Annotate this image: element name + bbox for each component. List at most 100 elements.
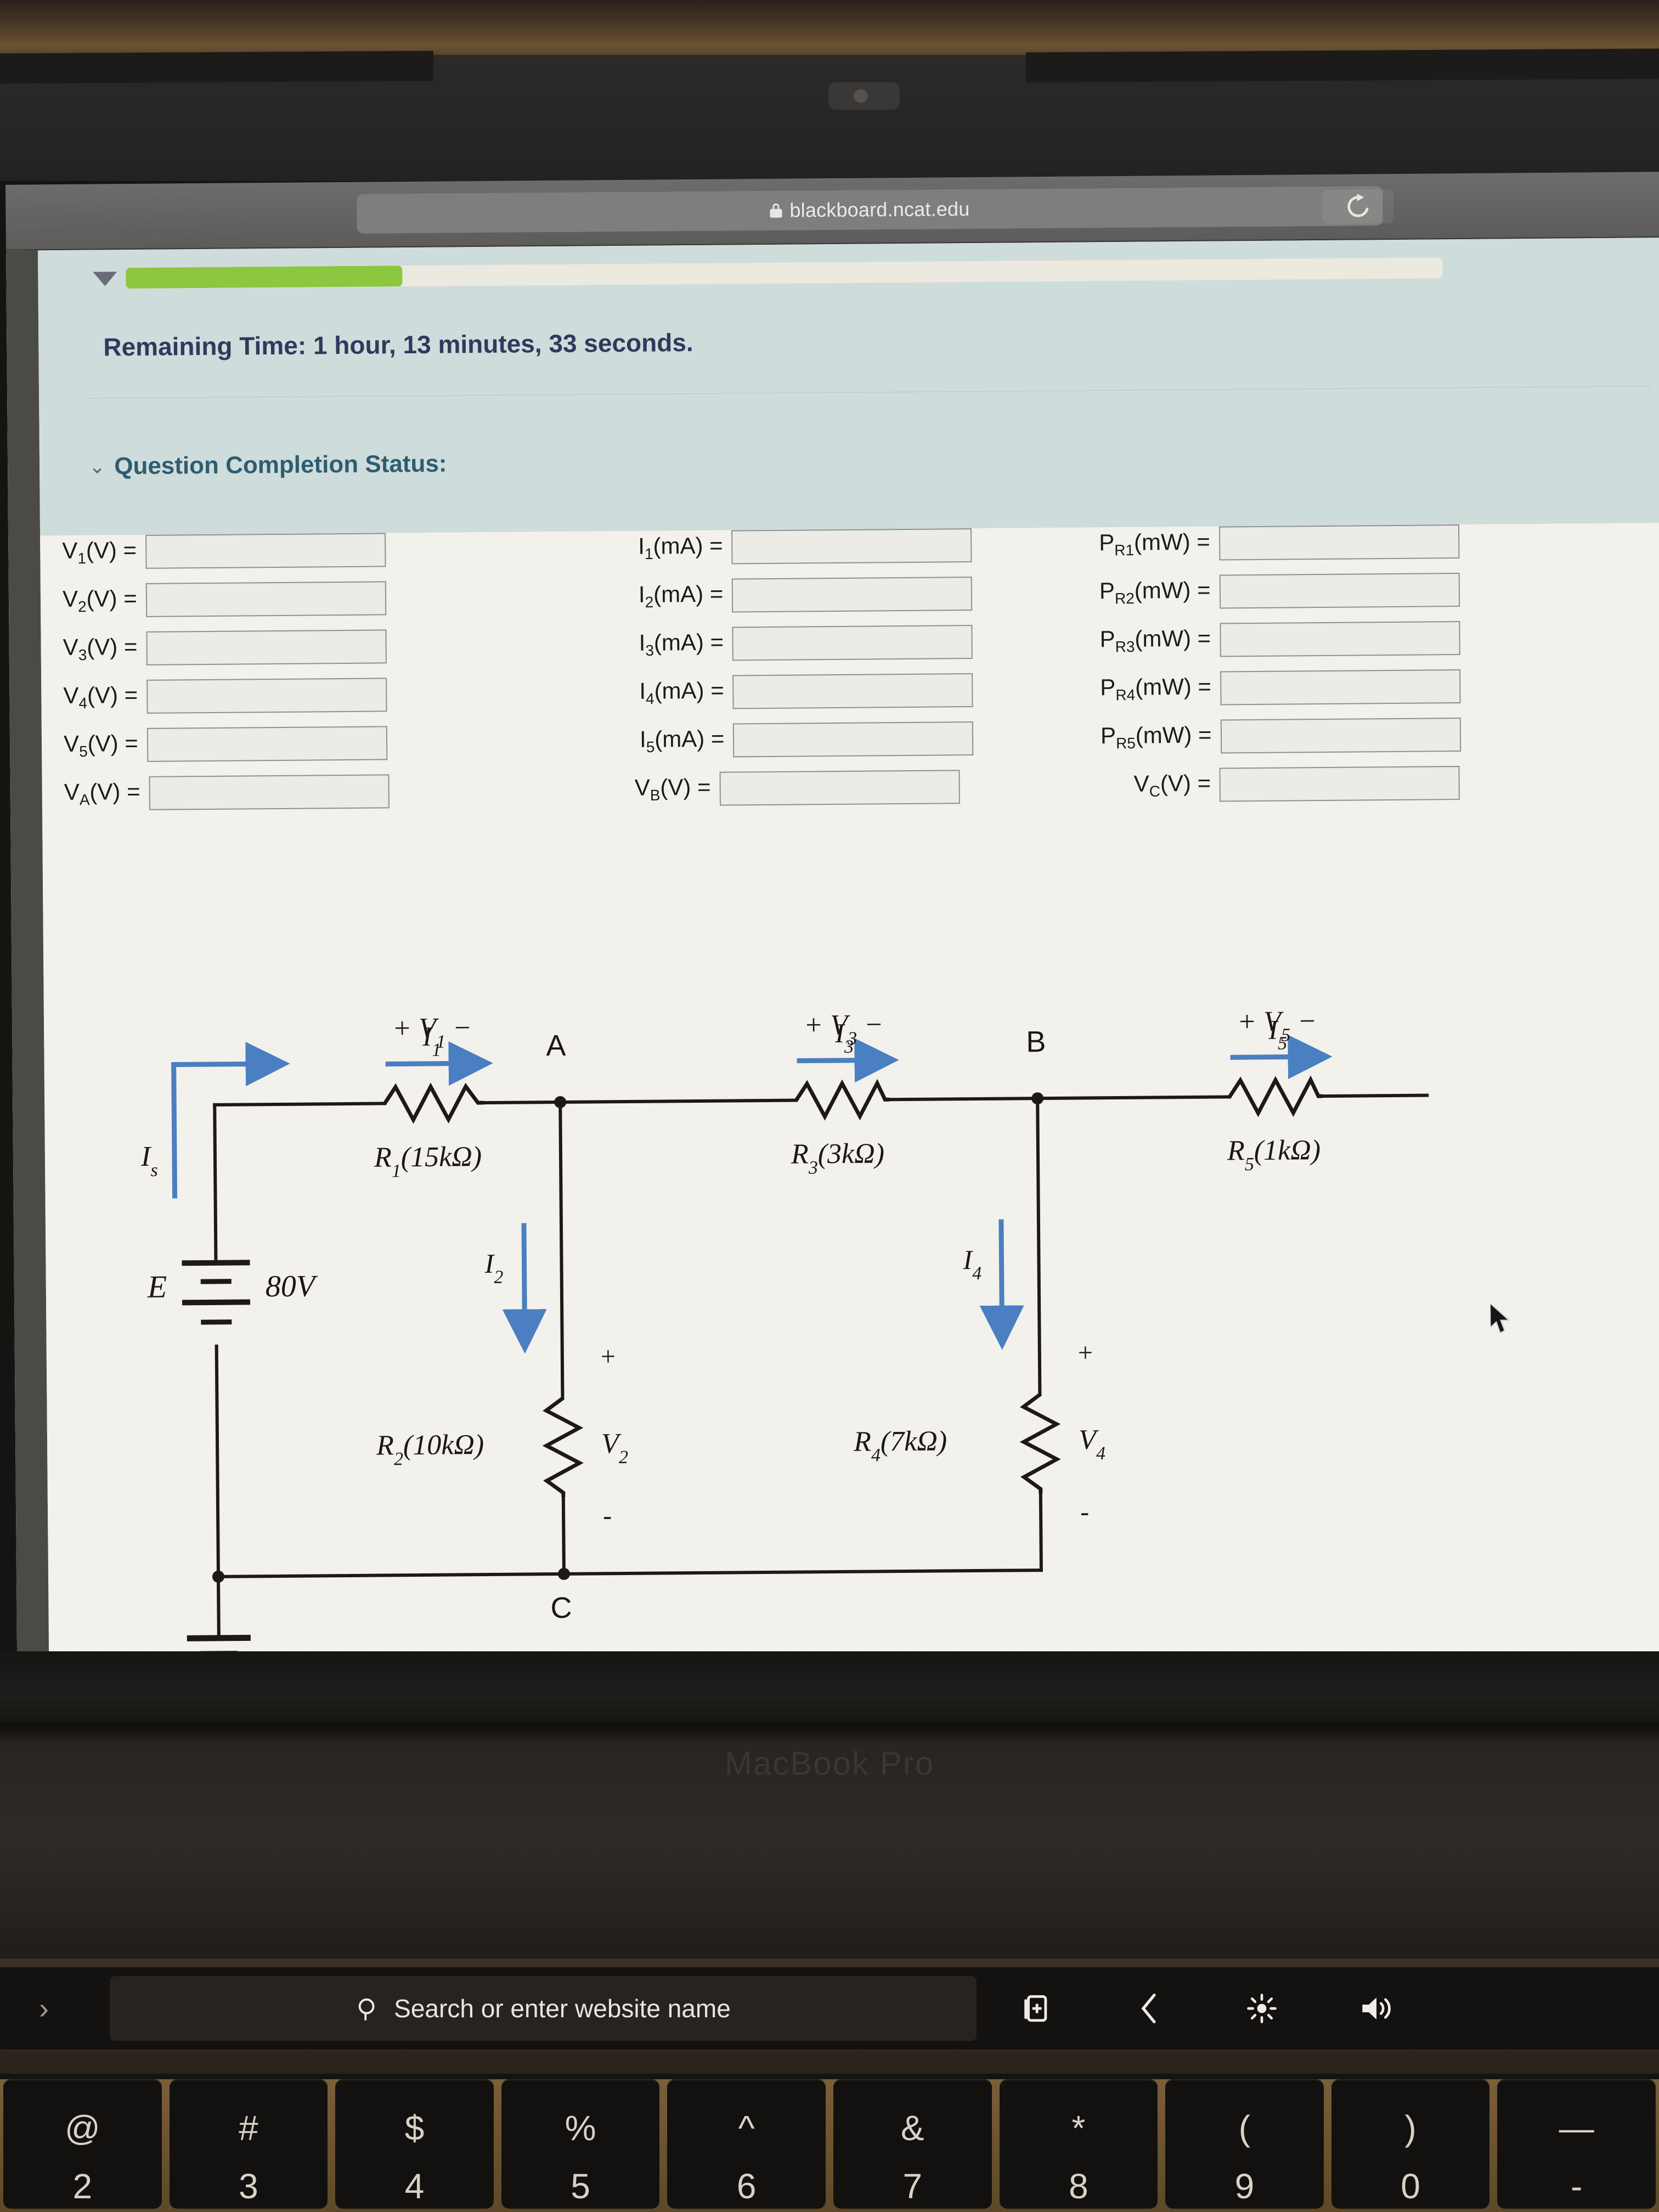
voltage-field-label-1: V1(V) = bbox=[62, 537, 137, 567]
voltage-field-label-2: V2(V) = bbox=[62, 585, 137, 616]
current-arrow-i4 bbox=[979, 1219, 1024, 1350]
current-field-row-1: I1(mA) = bbox=[638, 528, 972, 565]
svg-text:R3(3kΩ): R3(3kΩ) bbox=[791, 1138, 885, 1178]
svg-text:I4: I4 bbox=[962, 1244, 981, 1284]
svg-text:I3: I3 bbox=[834, 1018, 854, 1057]
current-field-input-2[interactable] bbox=[732, 577, 973, 613]
svg-text:+: + bbox=[601, 1342, 616, 1371]
voltage-field-label-5: V5(V) = bbox=[63, 730, 139, 760]
voltage-field-input-3[interactable] bbox=[146, 629, 387, 665]
power-field-row-2: PR2(mW) = bbox=[1099, 573, 1460, 610]
key--[interactable]: — - bbox=[1497, 2079, 1656, 2209]
macbook-pro-logo: MacBook Pro bbox=[724, 1745, 935, 1782]
voltage-field-input-6[interactable] bbox=[149, 774, 390, 810]
reload-icon bbox=[1347, 194, 1369, 217]
power-field-input-2[interactable] bbox=[1219, 573, 1460, 609]
voltage-field-label-3: V3(V) = bbox=[63, 633, 138, 664]
key-8[interactable]: * 8 bbox=[999, 2079, 1158, 2209]
lid-bezel-right bbox=[1026, 48, 1659, 83]
svg-text:+: + bbox=[1078, 1338, 1093, 1367]
voltage-field-input-4[interactable] bbox=[146, 678, 387, 714]
key-upper-glyph: % bbox=[565, 2108, 596, 2148]
current-field-row-6: VB(V) = bbox=[634, 770, 960, 806]
key-lower-glyph: 7 bbox=[902, 2166, 923, 2206]
power-field-row-4: PR4(mW) = bbox=[1100, 669, 1461, 706]
key-upper-glyph: ( bbox=[1238, 2108, 1251, 2148]
key-lower-glyph: 0 bbox=[1401, 2166, 1420, 2206]
key-lower-glyph: 4 bbox=[404, 2166, 425, 2206]
touchbar-search-field[interactable]: Search or enter website name bbox=[110, 1976, 977, 2041]
key-lower-glyph: 8 bbox=[1069, 2166, 1088, 2206]
circuit-svg: + V1 − + V3 − + V5 − Is I1 I3 I5 I2 I4 R… bbox=[140, 1006, 1429, 1666]
voltage-field-row-3: V3(V) = bbox=[63, 629, 387, 666]
svg-text:I5: I5 bbox=[1268, 1014, 1287, 1054]
svg-text:E: E bbox=[147, 1269, 167, 1305]
current-field-label-1: I1(mA) = bbox=[638, 532, 723, 562]
current-field-input-1[interactable] bbox=[731, 528, 972, 565]
voltage-field-row-2: V2(V) = bbox=[62, 581, 387, 618]
address-bar[interactable]: blackboard.ncat.edu bbox=[357, 186, 1383, 234]
svg-text:R4(7kΩ): R4(7kΩ) bbox=[853, 1425, 947, 1465]
ground-node-dot bbox=[212, 1570, 224, 1583]
svg-text:R1(15kΩ): R1(15kΩ) bbox=[374, 1141, 482, 1181]
key-2[interactable]: @2 bbox=[3, 2079, 162, 2209]
key-lower-glyph: 5 bbox=[571, 2166, 590, 2206]
current-field-input-6[interactable] bbox=[719, 770, 960, 806]
svg-text:B: B bbox=[1026, 1025, 1046, 1058]
power-field-input-4[interactable] bbox=[1220, 669, 1461, 706]
voltage-field-row-1: V1(V) = bbox=[62, 533, 386, 569]
new-tab-icon[interactable] bbox=[1020, 1993, 1052, 2024]
current-field-input-3[interactable] bbox=[732, 625, 973, 661]
current-arrow-i2 bbox=[502, 1223, 547, 1354]
volume-icon[interactable] bbox=[1359, 1993, 1393, 2024]
chevron-left-icon[interactable] bbox=[1135, 1991, 1164, 2025]
svg-text:A: A bbox=[546, 1029, 566, 1062]
circuit-diagram: + V1 − + V3 − + V5 − Is I1 I3 I5 I2 I4 R… bbox=[44, 1006, 1659, 1666]
question-completion-status[interactable]: ⌄ Question Completion Status: bbox=[89, 450, 447, 481]
power-field-row-5: PR5(mW) = bbox=[1101, 718, 1461, 754]
voltage-field-input-2[interactable] bbox=[145, 581, 387, 617]
power-field-input-1[interactable] bbox=[1218, 524, 1460, 561]
svg-text:-: - bbox=[1080, 1497, 1089, 1526]
key-0[interactable]: ) 0 bbox=[1331, 2079, 1490, 2209]
key-9[interactable]: (9 bbox=[1165, 2079, 1324, 2209]
question-completion-status-label: Question Completion Status: bbox=[114, 450, 447, 480]
voltage-field-label-6: VA(V) = bbox=[64, 778, 140, 808]
key-3[interactable]: #3 bbox=[169, 2079, 328, 2209]
current-field-label-5: I5(mA) = bbox=[639, 725, 725, 755]
svg-text:C: C bbox=[550, 1592, 572, 1624]
key-7[interactable]: & 7 bbox=[833, 2079, 992, 2209]
search-icon bbox=[358, 1998, 375, 2021]
current-field-input-5[interactable] bbox=[733, 721, 974, 758]
key-5[interactable]: % 5 bbox=[501, 2079, 660, 2209]
power-field-input-6[interactable] bbox=[1219, 766, 1460, 802]
current-field-row-3: I3(mA) = bbox=[639, 625, 973, 662]
keyboard-number-row: @2 #3 $4% 5 ^ 6 & 7 * 8(9) 0— - bbox=[0, 2079, 1659, 2212]
power-field-input-5[interactable] bbox=[1220, 718, 1461, 754]
current-field-input-4[interactable] bbox=[732, 673, 974, 709]
reload-button[interactable] bbox=[1322, 189, 1394, 224]
current-field-label-6: VB(V) = bbox=[634, 774, 711, 804]
voltage-field-row-4: V4(V) = bbox=[63, 678, 387, 714]
voltage-field-input-5[interactable] bbox=[146, 726, 388, 762]
camera-lens bbox=[854, 89, 868, 103]
resistor-r5-symbol bbox=[1228, 1075, 1323, 1118]
key-lower-glyph: 3 bbox=[239, 2166, 258, 2206]
key-6[interactable]: ^ 6 bbox=[667, 2079, 826, 2209]
touchbar-esc-button[interactable]: › bbox=[0, 1967, 88, 2050]
brightness-icon[interactable] bbox=[1246, 1993, 1277, 2024]
power-field-label-2: PR2(mW) = bbox=[1099, 577, 1211, 607]
current-field-row-4: I4(mA) = bbox=[639, 673, 974, 710]
collapse-caret-icon[interactable] bbox=[93, 272, 117, 286]
lock-icon bbox=[770, 203, 782, 218]
chevron-down-icon: ⌄ bbox=[88, 455, 106, 478]
svg-text:R5(1kΩ): R5(1kΩ) bbox=[1227, 1135, 1321, 1175]
key-upper-glyph: & bbox=[900, 2108, 924, 2148]
node-a-dot bbox=[554, 1096, 567, 1108]
power-field-label-6: VC(V) = bbox=[1133, 770, 1211, 800]
power-field-input-3[interactable] bbox=[1219, 621, 1460, 657]
key-4[interactable]: $4 bbox=[335, 2079, 494, 2209]
power-field-label-4: PR4(mW) = bbox=[1100, 673, 1212, 704]
screen-bottom-bezel bbox=[0, 1651, 1659, 1728]
voltage-field-input-1[interactable] bbox=[145, 533, 386, 569]
